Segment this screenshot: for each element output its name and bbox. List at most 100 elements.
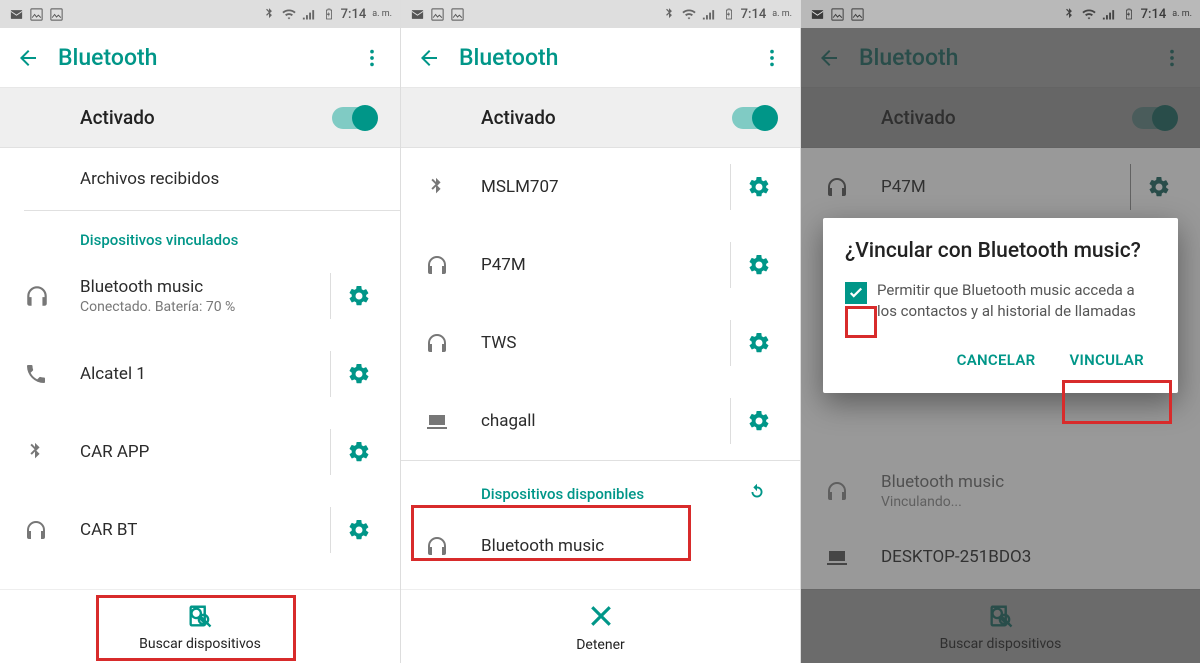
- device-settings-button[interactable]: [330, 273, 386, 319]
- status-bar: 7:14 a. m.: [801, 0, 1200, 28]
- bluetooth-icon: [261, 6, 277, 22]
- device-name: chagall: [481, 411, 730, 431]
- wifi-icon: [681, 6, 697, 22]
- device-settings-button[interactable]: [330, 429, 386, 475]
- pair-button[interactable]: VINCULAR: [1057, 341, 1156, 379]
- phone-icon: [24, 362, 80, 386]
- laptop-icon: [425, 409, 481, 433]
- bluetooth-icon: [24, 441, 80, 463]
- device-name: MSLM707: [481, 177, 730, 197]
- headphones-icon: [425, 534, 481, 558]
- bottom-label: Detener: [576, 637, 625, 653]
- image-icon: [48, 6, 64, 22]
- bluetooth-toggle-row[interactable]: Activado: [0, 88, 400, 148]
- page-title: Bluetooth: [46, 44, 354, 71]
- device-settings-button[interactable]: [730, 320, 786, 366]
- device-settings-button[interactable]: [730, 398, 786, 444]
- app-bar: Bluetooth: [401, 28, 800, 88]
- back-button[interactable]: [10, 46, 46, 70]
- content: MSLM707 P47M TWS chagall Dispositivos di…: [401, 148, 800, 577]
- device-name: TWS: [481, 333, 730, 353]
- bluetooth-toggle-row[interactable]: Activado: [401, 88, 800, 148]
- toggle-switch[interactable]: [732, 107, 776, 129]
- device-row[interactable]: chagall: [401, 382, 800, 460]
- page-title: Bluetooth: [447, 44, 754, 71]
- overflow-menu-button[interactable]: [754, 47, 790, 69]
- available-header-label: Dispositivos disponibles: [481, 485, 746, 503]
- signal-icon: [301, 6, 317, 22]
- dialog-title: ¿Vincular con Bluetooth music?: [845, 238, 1156, 264]
- device-settings-button[interactable]: [330, 507, 386, 553]
- bluetooth-icon: [425, 176, 481, 198]
- device-row[interactable]: MSLM707: [401, 148, 800, 226]
- status-time: 7:14: [341, 7, 367, 22]
- toggle-switch[interactable]: [332, 107, 376, 129]
- device-settings-button[interactable]: [730, 164, 786, 210]
- status-bar: 7:14 a. m.: [0, 0, 400, 28]
- status-time-suffix: a. m.: [1172, 9, 1192, 19]
- toggle-label: Activado: [24, 106, 332, 129]
- device-name: CAR APP: [80, 442, 330, 462]
- available-device-row[interactable]: Bluetooth music: [401, 515, 800, 577]
- bluetooth-icon: [1061, 6, 1077, 22]
- device-row[interactable]: CAR APP: [0, 413, 400, 491]
- battery-icon: [721, 6, 737, 22]
- wifi-icon: [1081, 6, 1097, 22]
- image-icon: [849, 6, 865, 22]
- device-name: Bluetooth music: [481, 536, 786, 556]
- paired-devices-header: Dispositivos vinculados: [0, 211, 400, 257]
- received-files-row[interactable]: Archivos recibidos: [0, 148, 400, 210]
- headphones-icon: [425, 331, 481, 355]
- battery-icon: [321, 6, 337, 22]
- mail-icon: [8, 6, 24, 22]
- status-time-suffix: a. m.: [372, 9, 392, 19]
- mail-icon: [409, 6, 425, 22]
- device-row[interactable]: Alcatel 1: [0, 335, 400, 413]
- device-name: CAR BT: [80, 520, 330, 540]
- search-device-icon: [186, 602, 214, 634]
- pair-dialog: ¿Vincular con Bluetooth music? Permitir …: [823, 218, 1178, 393]
- image-icon: [829, 6, 845, 22]
- toggle-label: Activado: [425, 106, 732, 129]
- device-name: P47M: [481, 255, 730, 275]
- close-icon: [586, 601, 616, 635]
- device-name: Bluetooth music: [80, 277, 330, 297]
- bottom-label: Buscar dispositivos: [139, 636, 261, 652]
- wifi-icon: [281, 6, 297, 22]
- screen-1: 7:14 a. m. Bluetooth Activado Archivos re…: [0, 0, 400, 663]
- overflow-menu-button[interactable]: [354, 47, 390, 69]
- permission-text: Permitir que Bluetooth music acceda a lo…: [877, 280, 1156, 321]
- received-files-label: Archivos recibidos: [80, 169, 386, 189]
- app-bar: Bluetooth: [0, 28, 400, 88]
- cancel-button[interactable]: CANCELAR: [945, 341, 1048, 379]
- signal-icon: [1101, 6, 1117, 22]
- bluetooth-icon: [661, 6, 677, 22]
- status-time-suffix: a. m.: [772, 9, 792, 19]
- status-time: 7:14: [1141, 7, 1167, 22]
- content: Archivos recibidos Dispositivos vinculad…: [0, 148, 400, 569]
- image-icon: [449, 6, 465, 22]
- search-devices-button[interactable]: Buscar dispositivos: [0, 589, 400, 663]
- headphones-icon: [425, 253, 481, 277]
- permission-checkbox[interactable]: [845, 282, 867, 304]
- mail-icon: [809, 6, 825, 22]
- permission-row[interactable]: Permitir que Bluetooth music acceda a lo…: [845, 280, 1156, 321]
- headphones-icon: [24, 283, 80, 309]
- available-devices-header: Dispositivos disponibles: [401, 461, 800, 515]
- device-row[interactable]: Bluetooth music Conectado. Batería: 70 %: [0, 257, 400, 335]
- headphones-icon: [24, 518, 80, 542]
- image-icon: [28, 6, 44, 22]
- device-name: Alcatel 1: [80, 364, 330, 384]
- image-icon: [429, 6, 445, 22]
- back-button[interactable]: [411, 46, 447, 70]
- screen-3: 7:14a. m. Bluetooth Activado P47M Blueto…: [800, 0, 1200, 663]
- status-time: 7:14: [741, 7, 767, 22]
- device-status: Conectado. Batería: 70 %: [80, 299, 330, 315]
- device-row[interactable]: P47M: [401, 226, 800, 304]
- device-row[interactable]: CAR BT: [0, 491, 400, 569]
- refresh-button[interactable]: [746, 481, 768, 507]
- device-row[interactable]: TWS: [401, 304, 800, 382]
- stop-scan-button[interactable]: Detener: [401, 589, 800, 663]
- device-settings-button[interactable]: [730, 242, 786, 288]
- device-settings-button[interactable]: [330, 351, 386, 397]
